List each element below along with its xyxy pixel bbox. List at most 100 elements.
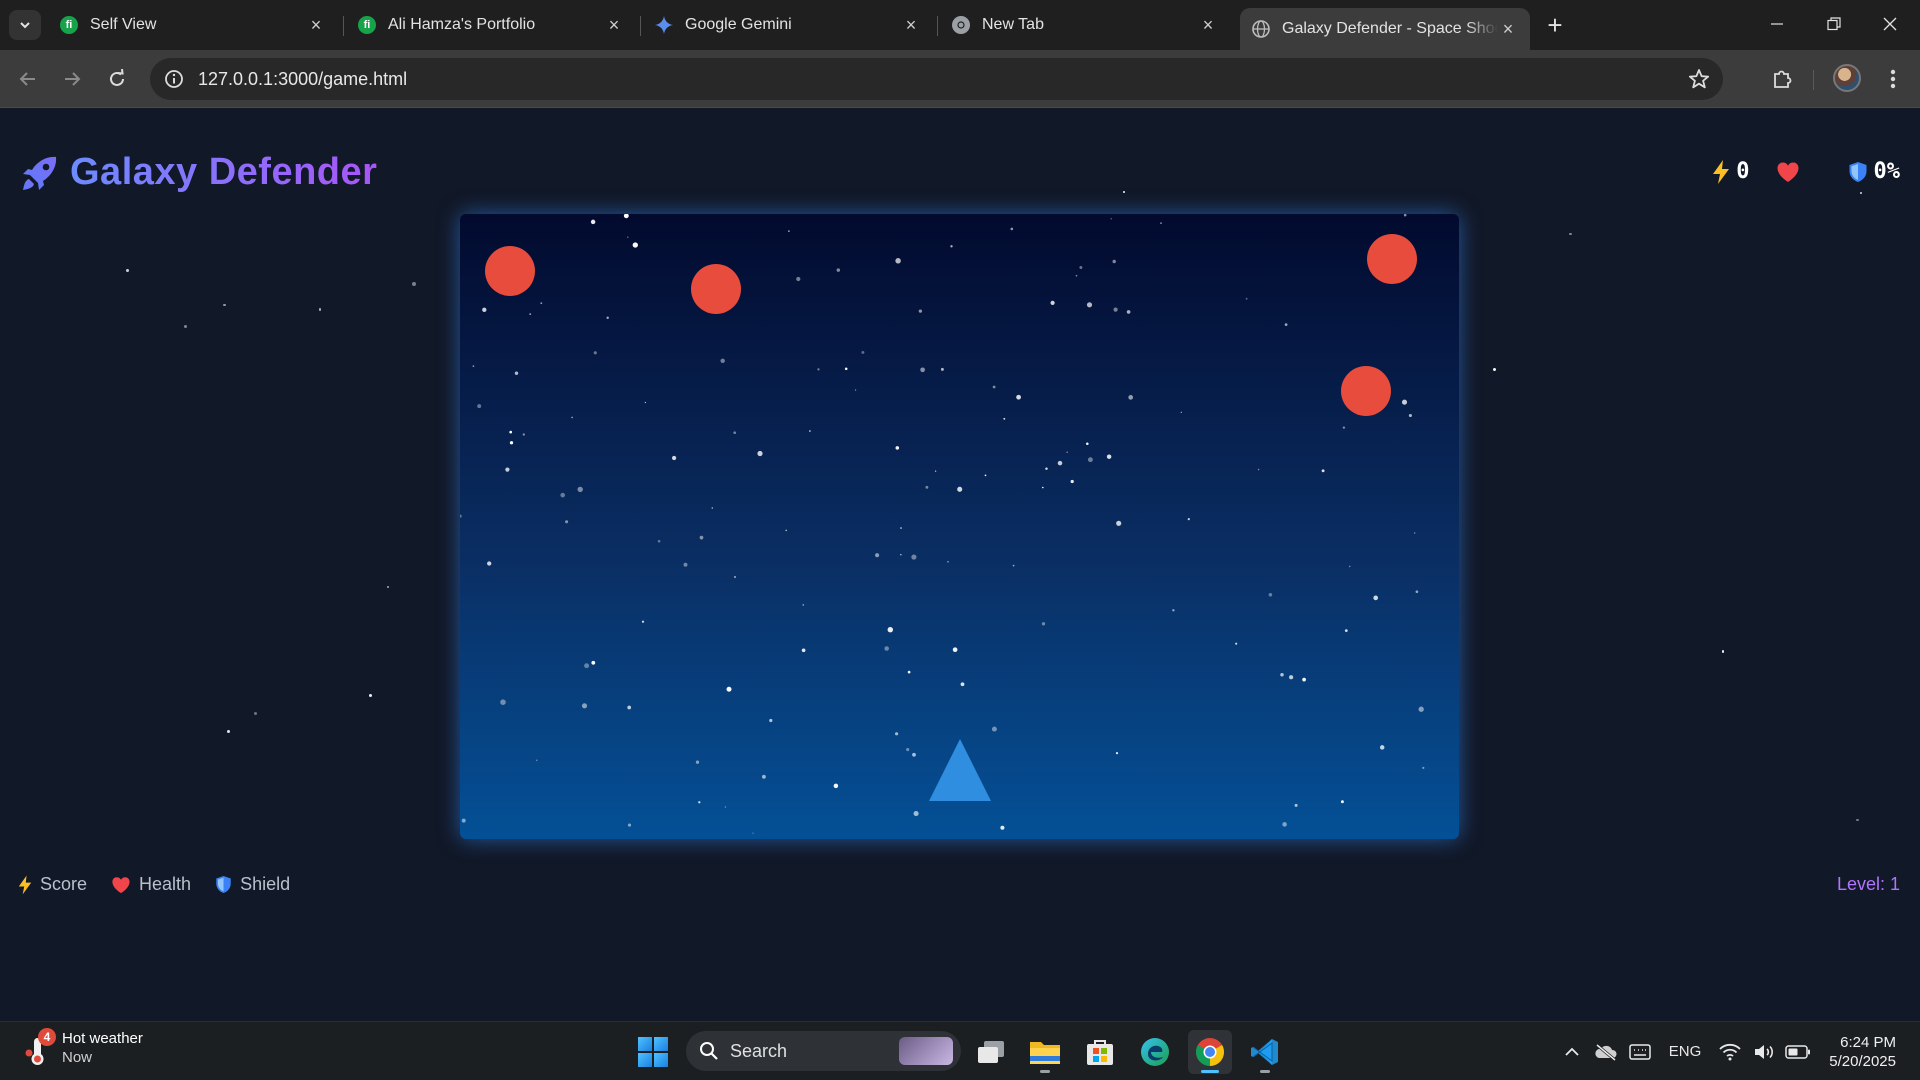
fiverr-icon: fi — [60, 16, 78, 34]
close-icon[interactable]: × — [901, 15, 921, 35]
volume-icon[interactable] — [1750, 1038, 1778, 1066]
keyboard-icon[interactable] — [1626, 1038, 1654, 1066]
clock-date: 5/20/2025 — [1829, 1052, 1896, 1070]
tab-title: Galaxy Defender - Space Shooter — [1282, 20, 1498, 37]
tab-title: Ali Hamza's Portfolio — [388, 16, 536, 33]
start-button[interactable] — [637, 1036, 669, 1068]
taskbar-search[interactable]: Search — [686, 1031, 961, 1071]
tab-search-button[interactable] — [9, 10, 41, 40]
fiverr-icon: fi — [358, 16, 376, 34]
star — [318, 308, 322, 311]
puzzle-icon — [1774, 70, 1792, 88]
star — [1721, 650, 1725, 653]
weather-widget[interactable]: 4 Hot weather Now — [24, 1028, 143, 1068]
clock[interactable]: 6:24 PM 5/20/2025 — [1829, 1033, 1896, 1071]
restore-button[interactable] — [1810, 6, 1858, 42]
enemy-asteroid — [485, 246, 535, 296]
store-icon — [1087, 1040, 1113, 1065]
address-bar[interactable]: 127.0.0.1:3000/game.html — [150, 58, 1723, 100]
tab-title: New Tab — [982, 16, 1044, 33]
heart-icon — [1777, 161, 1798, 182]
toolbar-divider — [1813, 70, 1814, 90]
forward-button[interactable] — [57, 64, 87, 94]
wifi-icon[interactable] — [1716, 1038, 1744, 1066]
folder-icon — [1030, 1042, 1060, 1064]
arrow-left-icon — [19, 72, 35, 86]
close-icon[interactable]: × — [604, 15, 624, 35]
task-view-icon — [978, 1041, 1004, 1063]
tab-title: Google Gemini — [685, 16, 792, 33]
system-tray: ENG 6:24 PM 5/20/2025 — [1555, 1022, 1920, 1080]
arrow-right-icon — [65, 72, 81, 86]
browser-toolbar: 127.0.0.1:3000/game.html — [0, 50, 1920, 108]
task-view-button[interactable] — [969, 1030, 1013, 1074]
kebab-menu-icon — [1890, 69, 1896, 89]
heart-icon — [112, 876, 130, 893]
taskbar-search-label: Search — [730, 1040, 788, 1061]
star — [1569, 232, 1572, 236]
reload-icon — [110, 69, 124, 86]
site-info-icon[interactable] — [162, 67, 186, 91]
taskbar-chrome[interactable] — [1188, 1030, 1232, 1074]
menu-button[interactable] — [1878, 64, 1908, 94]
tab-separator — [640, 16, 641, 36]
back-button[interactable] — [13, 64, 43, 94]
restore-icon — [1827, 17, 1841, 31]
taskbar-file-explorer[interactable] — [1023, 1030, 1067, 1074]
new-tab-button[interactable]: + — [1541, 10, 1569, 40]
star — [1493, 367, 1497, 371]
player-ship — [929, 739, 991, 801]
star — [368, 693, 373, 698]
tab-self-view[interactable]: fi Self View × — [48, 8, 338, 42]
star — [226, 729, 231, 734]
hud-stats: 0 0% — [1686, 159, 1900, 184]
reload-button[interactable] — [102, 64, 132, 94]
tab-gemini[interactable]: Google Gemini × — [643, 8, 933, 42]
tab-galaxy-defender[interactable]: Galaxy Defender - Space Shooter × — [1240, 8, 1530, 50]
close-icon[interactable]: × — [1498, 19, 1518, 39]
search-highlight-image — [899, 1037, 953, 1065]
enemy-asteroid — [1367, 234, 1417, 284]
edge-icon — [1141, 1038, 1169, 1066]
profile-avatar[interactable] — [1833, 64, 1861, 92]
search-icon — [698, 1040, 720, 1062]
close-window-button[interactable] — [1866, 6, 1914, 42]
hud-score: 0 — [1712, 159, 1750, 184]
minimize-button[interactable] — [1753, 6, 1801, 42]
vscode-icon — [1251, 1039, 1278, 1065]
legend-score: Score — [18, 874, 87, 895]
hud-health — [1776, 161, 1806, 183]
chrome-icon — [952, 16, 970, 34]
game-page: Galaxy Defender 0 0% Score Health Shield… — [0, 109, 1920, 1021]
clock-time: 6:24 PM — [1840, 1033, 1896, 1051]
star — [1856, 818, 1859, 821]
onedrive-offline-icon[interactable] — [1592, 1038, 1620, 1066]
game-canvas[interactable] — [460, 214, 1459, 839]
battery-icon[interactable] — [1784, 1038, 1812, 1066]
taskbar-edge[interactable] — [1133, 1030, 1177, 1074]
tab-title: Self View — [90, 16, 157, 33]
tab-portfolio[interactable]: fi Ali Hamza's Portfolio × — [346, 8, 636, 42]
legend-score-label: Score — [40, 874, 88, 894]
star — [223, 303, 226, 307]
url-text: 127.0.0.1:3000/game.html — [198, 68, 408, 89]
lightning-icon — [1713, 159, 1730, 184]
tab-new-tab[interactable]: New Tab × — [940, 8, 1230, 42]
shield-icon — [1849, 161, 1866, 182]
taskbar-microsoft-store[interactable] — [1078, 1030, 1122, 1074]
extensions-button[interactable] — [1767, 64, 1797, 94]
bookmark-star-icon[interactable] — [1687, 67, 1711, 91]
language-indicator[interactable]: ENG — [1669, 1043, 1702, 1060]
score-value: 0 — [1736, 159, 1750, 184]
globe-icon — [1252, 20, 1270, 38]
minimize-icon — [1771, 23, 1783, 25]
lightning-icon — [18, 875, 32, 894]
chevron-up-icon[interactable] — [1558, 1038, 1586, 1066]
close-icon[interactable]: × — [306, 15, 326, 35]
close-icon[interactable]: × — [1198, 15, 1218, 35]
taskbar-vscode[interactable] — [1243, 1030, 1287, 1074]
star — [386, 585, 389, 588]
tab-separator — [937, 16, 938, 36]
legend-health: Health — [111, 874, 191, 895]
shield-icon — [216, 876, 231, 893]
